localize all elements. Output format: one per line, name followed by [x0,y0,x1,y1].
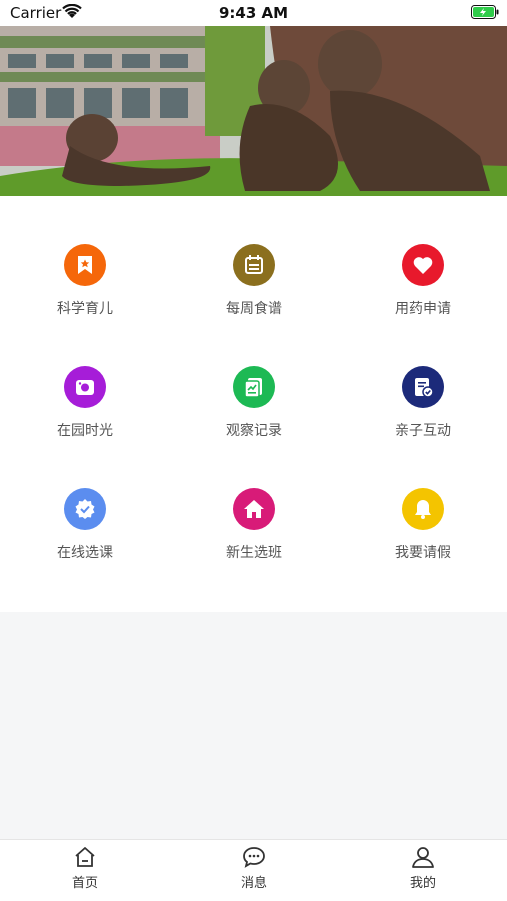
status-bar: Carrier 9:43 AM [0,0,507,26]
menu-item-label: 观察记录 [226,423,282,439]
banner-image[interactable] [0,26,507,196]
tab-messages[interactable]: 消息 [204,846,304,891]
menu-item-observation[interactable]: 观察记录 [184,366,324,440]
badge-check-icon [64,488,106,530]
clock-time: 9:43 AM [218,4,289,22]
feature-grid: 科学育儿 每周食谱 用药申请 在园时光 观察记录 亲子互动 在线选课 新生选班 … [0,196,507,612]
menu-item-label: 亲子互动 [395,423,451,439]
menu-item-label: 科学育儿 [57,301,113,317]
menu-item-label: 新生选班 [226,545,282,561]
bookmark-star-icon [64,244,106,286]
menu-item-online-course[interactable]: 在线选课 [15,488,155,562]
bottom-tab-bar: 首页 消息 我的 [0,839,507,901]
menu-item-label: 在线选课 [57,545,113,561]
bell-icon [402,488,444,530]
chat-bubble-icon [243,847,265,868]
tab-profile[interactable]: 我的 [373,846,473,891]
menu-item-parenting[interactable]: 科学育儿 [15,244,155,318]
tab-home[interactable]: 首页 [35,846,135,891]
menu-item-new-class[interactable]: 新生选班 [184,488,324,562]
menu-item-label: 每周食谱 [226,301,282,317]
menu-item-leave[interactable]: 我要请假 [353,488,493,562]
menu-item-medication[interactable]: 用药申请 [353,244,493,318]
camera-icon [64,366,106,408]
tab-label: 消息 [240,876,267,891]
menu-item-school-time[interactable]: 在园时光 [15,366,155,440]
menu-item-weekly-menu[interactable]: 每周食谱 [184,244,324,318]
tab-label: 我的 [409,876,436,891]
menu-item-label: 用药申请 [395,301,451,317]
user-icon [412,847,434,868]
battery-icon [471,5,499,19]
menu-item-label: 在园时光 [57,423,113,439]
document-check-icon [402,366,444,408]
heart-icon [402,244,444,286]
home-outline-icon [75,847,95,867]
calendar-icon [233,244,275,286]
tab-label: 首页 [71,876,98,891]
home-icon [233,488,275,530]
menu-item-parent-child[interactable]: 亲子互动 [353,366,493,440]
chart-note-icon [233,366,275,408]
menu-item-label: 我要请假 [395,545,451,561]
